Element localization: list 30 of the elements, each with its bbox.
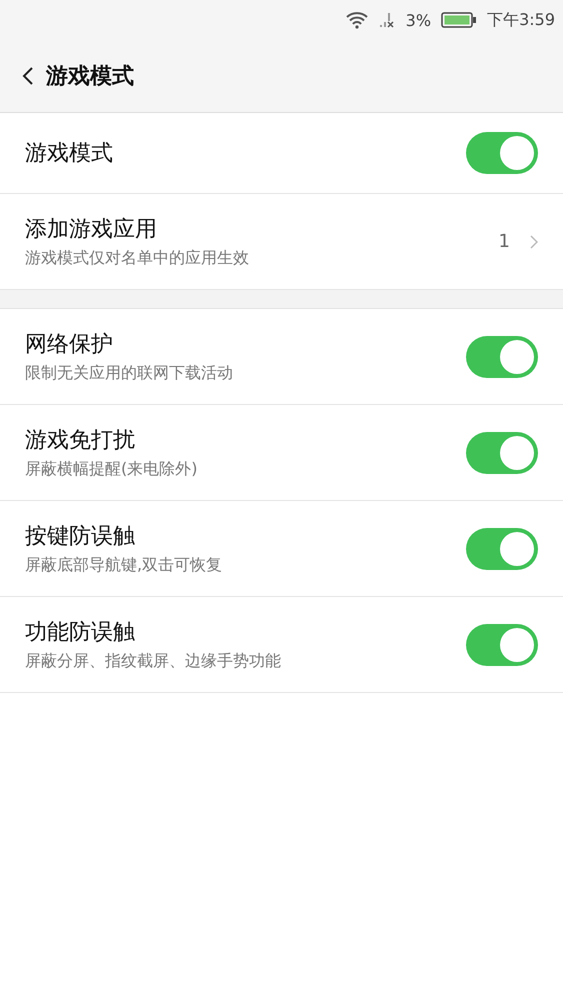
back-icon[interactable] xyxy=(22,66,34,86)
battery-icon xyxy=(441,11,478,29)
settings-row[interactable]: 网络保护 限制无关应用的联网下载活动 xyxy=(0,309,563,405)
settings-row[interactable]: 功能防误触 屏蔽分屏、指纹截屏、边缘手势功能 xyxy=(0,597,563,693)
toggle-switch[interactable] xyxy=(466,132,538,174)
toggle-switch[interactable] xyxy=(466,528,538,570)
page-title: 游戏模式 xyxy=(46,63,134,91)
toggle-switch[interactable] xyxy=(466,624,538,666)
row-subtitle: 游戏模式仅对名单中的应用生效 xyxy=(25,248,250,269)
row-title: 游戏免打扰 xyxy=(25,427,136,455)
row-title: 游戏模式 xyxy=(25,140,114,168)
row-subtitle: 屏蔽分屏、指纹截屏、边缘手势功能 xyxy=(25,651,282,672)
toggle-switch[interactable] xyxy=(466,432,538,474)
battery-percent: 3% xyxy=(406,10,432,30)
status-time: 下午3:59 xyxy=(487,10,555,30)
signal-icon xyxy=(378,11,396,29)
row-title: 功能防误触 xyxy=(25,619,136,647)
row-title: 添加游戏应用 xyxy=(25,216,158,244)
settings-row[interactable]: 游戏模式 xyxy=(0,113,563,194)
row-subtitle: 屏蔽横幅提醒(来电除外) xyxy=(25,459,198,480)
row-title: 网络保护 xyxy=(25,331,114,359)
chevron-icon xyxy=(530,234,538,248)
wifi-icon xyxy=(346,11,368,29)
row-subtitle: 屏蔽底部导航键,双击可恢复 xyxy=(25,555,224,576)
toggle-switch[interactable] xyxy=(466,336,538,378)
settings-row[interactable]: 游戏免打扰 屏蔽横幅提醒(来电除外) xyxy=(0,405,563,501)
row-value: 1 xyxy=(498,231,510,252)
settings-row[interactable]: 按键防误触 屏蔽底部导航键,双击可恢复 xyxy=(0,501,563,597)
row-subtitle: 限制无关应用的联网下载活动 xyxy=(25,363,234,384)
row-title: 按键防误触 xyxy=(25,523,136,551)
